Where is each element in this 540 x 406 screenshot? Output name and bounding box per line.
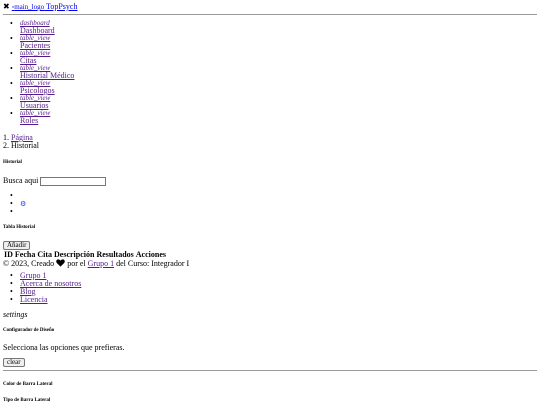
sidebar-item-historial-medico[interactable]: table_view Historial Médico [10, 65, 74, 80]
sidebar-item-psicologos[interactable]: table_view Psicologos [10, 80, 74, 95]
copyright: © 2023, Creado por el Grupo 1 del Curso:… [3, 259, 190, 268]
sidebar-item-pacientes[interactable]: table_view Pacientes [10, 35, 74, 50]
breadcrumb-current: Historial [11, 141, 39, 150]
topbar-divider [3, 14, 537, 15]
clear-button[interactable]: clear [3, 358, 25, 367]
column-header-descripcion: Descripción [54, 250, 95, 259]
sidebar-nav: dashboard Dashboard table_view Pacientes… [10, 20, 74, 125]
add-button-wrap: Añadir [3, 240, 31, 250]
sidebar-color-title: Color de Barra Lateral [3, 382, 53, 387]
search-input[interactable] [40, 176, 107, 186]
breadcrumb-item-historial: 2. Historial [3, 141, 39, 150]
main-logo-image: ▫main_logo [11, 3, 45, 11]
header-action-notifications[interactable] [10, 208, 26, 216]
page-title: Historial [3, 160, 22, 165]
search-label: Busca aqui [3, 176, 39, 185]
table-title: Tabla Historial [3, 225, 36, 230]
brand-name: TopPsych [46, 2, 78, 11]
configurator-title: Configurador de Diseño [3, 328, 55, 333]
sidebar-item-dashboard[interactable]: dashboard Dashboard [10, 20, 74, 35]
search-group: Busca aqui [3, 176, 107, 186]
close-icon[interactable]: ✖ [3, 2, 10, 11]
footer-link-licencia[interactable]: Licencia [10, 296, 81, 305]
configurator-subtitle: Selecciona las opciones que prefieras. [3, 343, 125, 352]
brand-link[interactable]: ▫main_logo TopPsych [12, 2, 78, 11]
sidebar-item-roles[interactable]: table_view Roles [10, 110, 74, 125]
settings-icon[interactable]: settings [3, 310, 27, 320]
column-header-fecha-cita: Fecha Cita [14, 250, 52, 259]
clear-button-wrap: clear [3, 357, 25, 367]
heart-icon [56, 259, 65, 267]
column-header-id: ID [4, 250, 13, 259]
group-link[interactable]: Grupo 1 [88, 259, 114, 268]
sidebar-item-usuarios[interactable]: table_view Usuarios [10, 95, 74, 110]
sidebar-item-citas[interactable]: table_view Citas [10, 50, 74, 65]
header-actions: ⚙ [10, 192, 26, 216]
gear-icon[interactable]: ⚙ [20, 200, 26, 208]
topbar: ✖ ▫main_logo TopPsych [3, 2, 77, 12]
footer-links: Grupo 1 Acerca de nosotros Blog Licencia [10, 272, 81, 305]
configurator-divider [3, 370, 537, 371]
breadcrumb: 1. Página 2. Historial [3, 134, 39, 150]
sidebar-item-label[interactable]: Roles [20, 117, 74, 125]
column-header-resultados: Resultados [96, 250, 134, 259]
add-button[interactable]: Añadir [3, 241, 31, 250]
column-header-acciones: Acciones [135, 250, 166, 259]
